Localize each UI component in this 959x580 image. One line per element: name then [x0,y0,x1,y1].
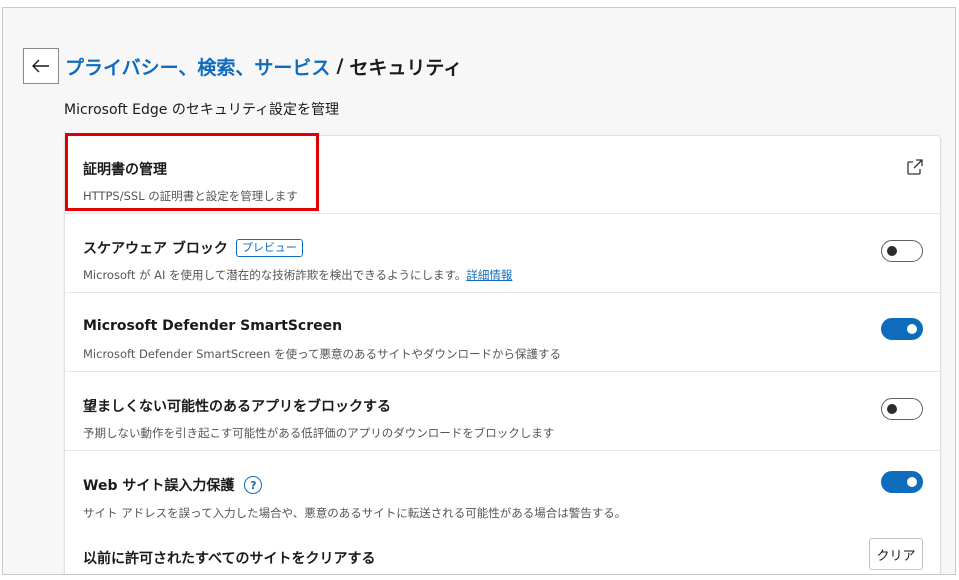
row-description: Microsoft Defender SmartScreen を使って悪意のある… [83,347,561,361]
help-icon[interactable]: ? [244,476,263,494]
external-link-icon[interactable] [906,158,924,176]
breadcrumb-separator: / [336,55,344,77]
typo-protection-row: Web サイト誤入力保護 ? サイト アドレスを誤って入力した場合や、悪意のある… [65,451,940,574]
preview-badge: プレビュー [235,239,303,257]
row-description: Microsoft が AI を使用して潜在的な技術詐欺を検出できるようにします… [83,268,467,282]
row-title: 望ましくない可能性のあるアプリをブロックする [83,399,391,415]
row-description: サイト アドレスを誤って入力した場合や、悪意のあるサイトに転送される可能性がある… [83,506,627,520]
toggle-knob [907,477,917,487]
settings-frame: プライバシー、検索、サービス / セキュリティ Microsoft Edge の… [2,7,956,575]
toggle-knob [907,324,917,334]
row-description-group: Microsoft が AI を使用して潜在的な技術詐欺を検出できるようにします… [83,267,512,283]
clear-sites-label: 以前に許可されたすべてのサイトをクリアする [83,551,376,567]
row-title: スケアウェア ブロック [83,241,228,257]
row-description: 予期しない動作を引き起こす可能性がある低評価のアプリのダウンロードをブロックしま… [83,426,555,440]
page-header: プライバシー、検索、サービス / セキュリティ [23,46,462,86]
toggle-knob [887,246,897,256]
row-title-group: Web サイト誤入力保護 ? [83,475,263,495]
smartscreen-row: Microsoft Defender SmartScreen Microsoft… [65,293,940,372]
pua-block-row: 望ましくない可能性のあるアプリをブロックする 予期しない動作を引き起こす可能性が… [65,372,940,451]
breadcrumb-link[interactable]: プライバシー、検索、サービス [65,53,330,80]
scareware-toggle[interactable] [881,240,923,262]
back-button[interactable] [23,48,59,84]
learn-more-link[interactable]: 詳細情報 [466,268,512,282]
row-title: Web サイト誤入力保護 [83,478,235,494]
highlight-annotation [65,133,319,211]
smartscreen-toggle[interactable] [881,318,923,340]
row-title-group: スケアウェア ブロック プレビュー [83,238,303,258]
page-subtitle: Microsoft Edge のセキュリティ設定を管理 [64,102,340,118]
clear-button[interactable]: クリア [869,538,923,570]
page-title: セキュリティ [349,56,463,79]
pua-block-toggle[interactable] [881,398,923,420]
row-title: Microsoft Defender SmartScreen [83,318,343,334]
toggle-knob [887,404,897,414]
scareware-block-row: スケアウェア ブロック プレビュー Microsoft が AI を使用して潜在… [65,214,940,293]
typo-protection-toggle[interactable] [881,471,923,493]
arrow-left-icon [32,59,49,73]
